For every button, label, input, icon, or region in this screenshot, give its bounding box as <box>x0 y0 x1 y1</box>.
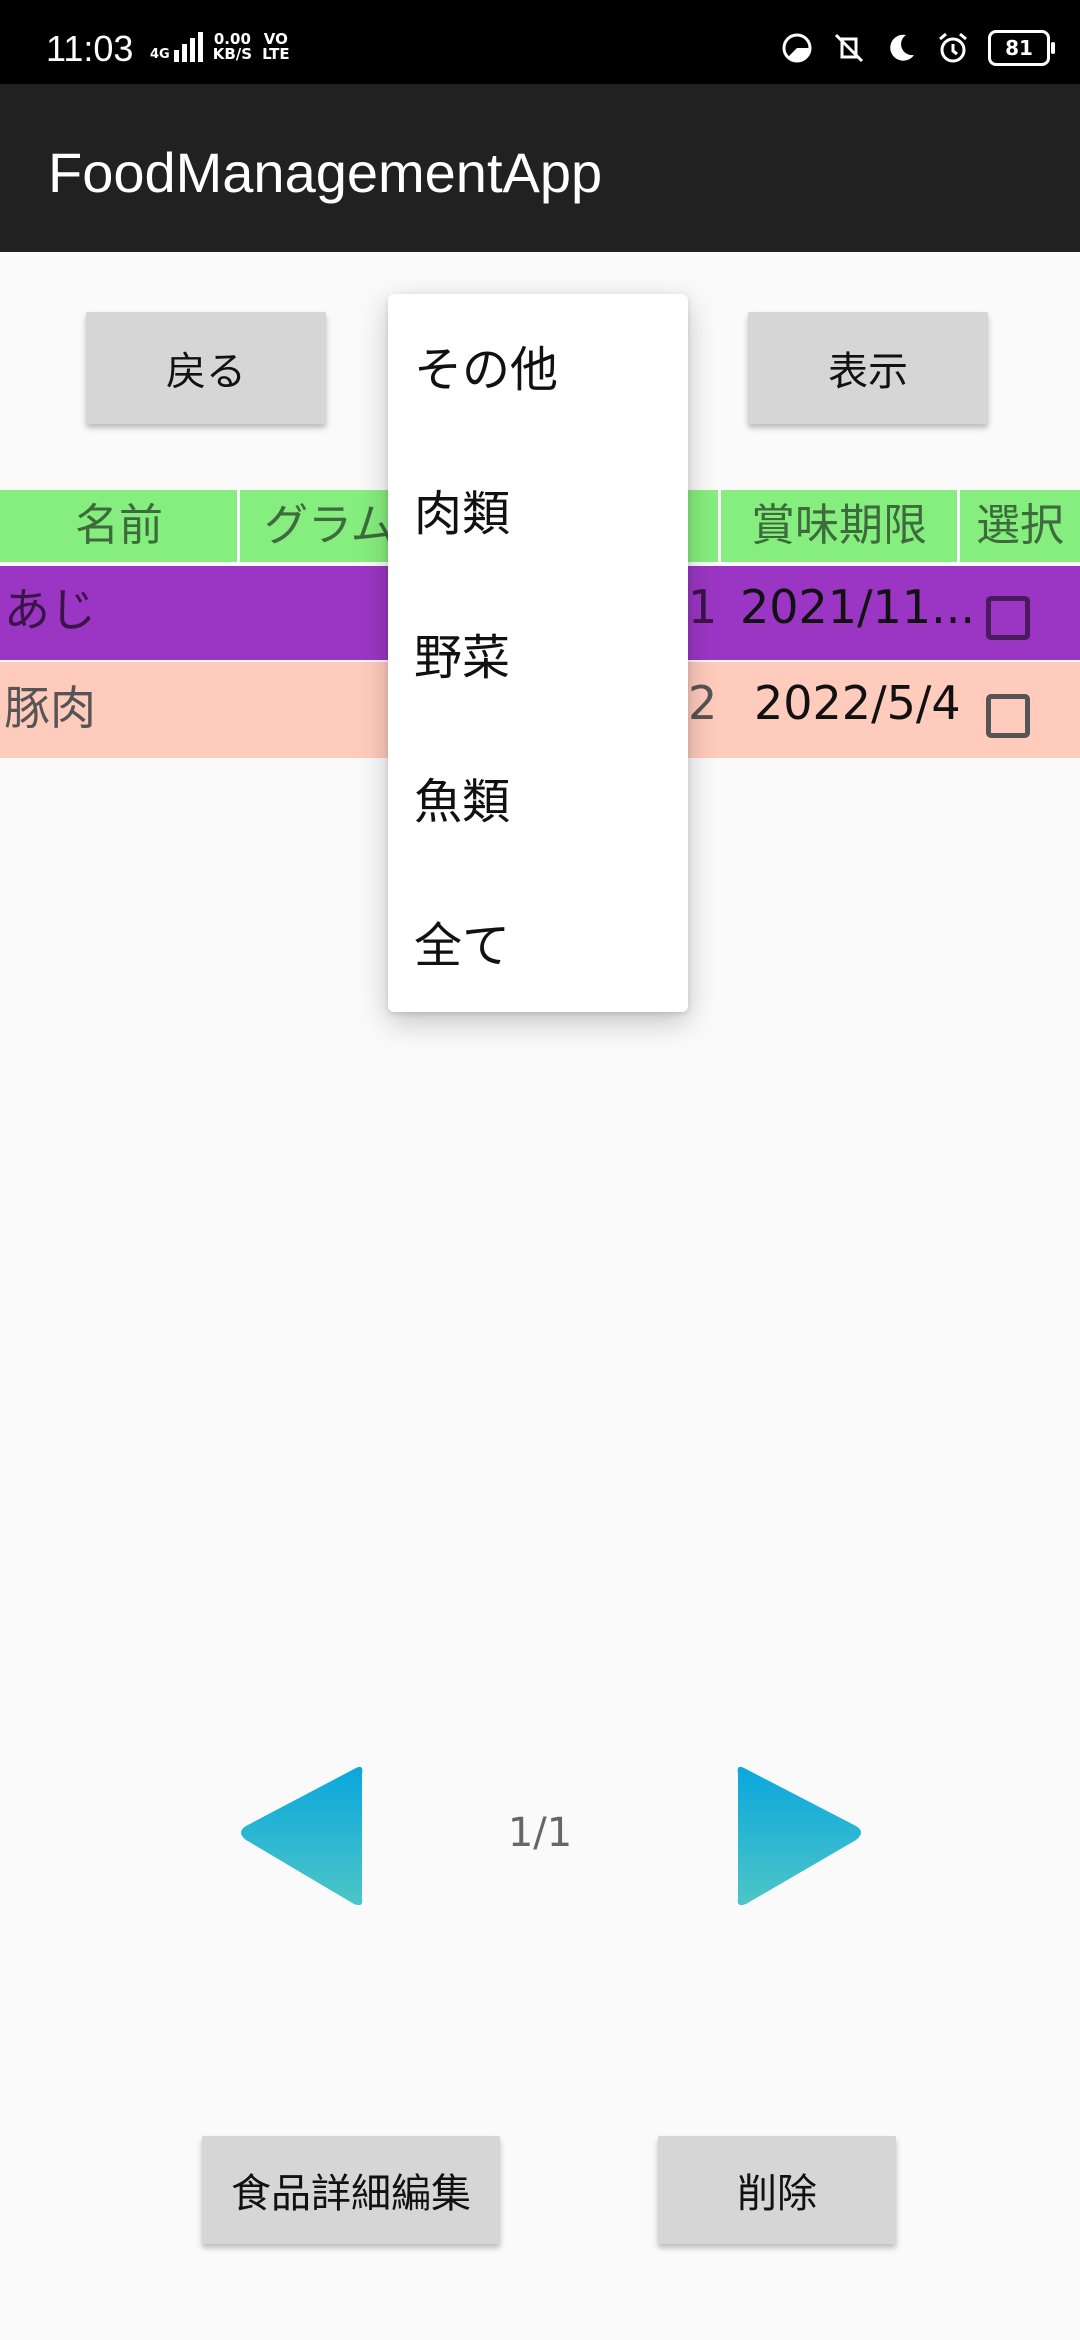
battery-icon: 81 <box>988 30 1055 66</box>
volte-indicator: VO LTE <box>262 32 290 62</box>
dropdown-option-all[interactable]: 全て <box>388 874 688 1018</box>
dropdown-option-other[interactable]: その他 <box>388 298 688 442</box>
dropdown-option-fish[interactable]: 魚類 <box>388 730 688 874</box>
row-number: 2 <box>688 676 718 730</box>
next-page-icon[interactable] <box>730 1760 870 1910</box>
volte-bottom: LTE <box>262 45 290 63</box>
status-time: 11:03 <box>46 28 134 69</box>
header-expiry: 賞味期限 <box>751 500 927 551</box>
row-expiry: 2021/11... <box>740 580 975 634</box>
dropdown-option-meat[interactable]: 肉類 <box>388 442 688 586</box>
app-title: FoodManagementApp <box>48 141 603 204</box>
net-speed-unit: KB/S <box>212 45 253 63</box>
net-speed: 0.00 KB/S <box>213 32 252 62</box>
row-number: 1 <box>688 580 718 634</box>
network-indicator: 4G 0.00 KB/S VO LTE <box>150 32 290 62</box>
vibrate-off-icon <box>834 33 864 63</box>
data-saver-icon <box>782 33 812 63</box>
pager: 1/1 <box>0 1760 1080 1910</box>
edit-food-details-button[interactable]: 食品詳細編集 <box>202 2136 500 2244</box>
prev-page-icon[interactable] <box>234 1760 374 1910</box>
row-checkbox[interactable] <box>986 596 1030 640</box>
alarm-icon <box>939 32 967 63</box>
back-button[interactable]: 戻る <box>86 312 326 424</box>
app-bar: FoodManagementApp <box>0 84 1080 252</box>
row-name: 豚肉 <box>4 681 96 735</box>
network-type: 4G <box>150 47 170 62</box>
row-checkbox[interactable] <box>986 694 1030 738</box>
show-button[interactable]: 表示 <box>748 312 988 424</box>
delete-button[interactable]: 削除 <box>658 2136 896 2244</box>
status-icons: 81 <box>780 30 1055 66</box>
moon-icon <box>890 34 914 61</box>
header-name: 名前 <box>75 500 163 551</box>
row-expiry: 2022/5/4 <box>754 676 961 730</box>
page-indicator: 1/1 <box>507 1810 573 1856</box>
dropdown-option-vegetables[interactable]: 野菜 <box>388 586 688 730</box>
header-select: 選択 <box>976 500 1064 551</box>
signal-icon <box>173 32 203 62</box>
status-bar: 11:03 4G 0.00 KB/S VO LTE 81 <box>0 0 1080 84</box>
category-dropdown: その他 肉類 野菜 魚類 全て <box>388 294 688 1012</box>
row-name: あじ <box>4 583 96 637</box>
